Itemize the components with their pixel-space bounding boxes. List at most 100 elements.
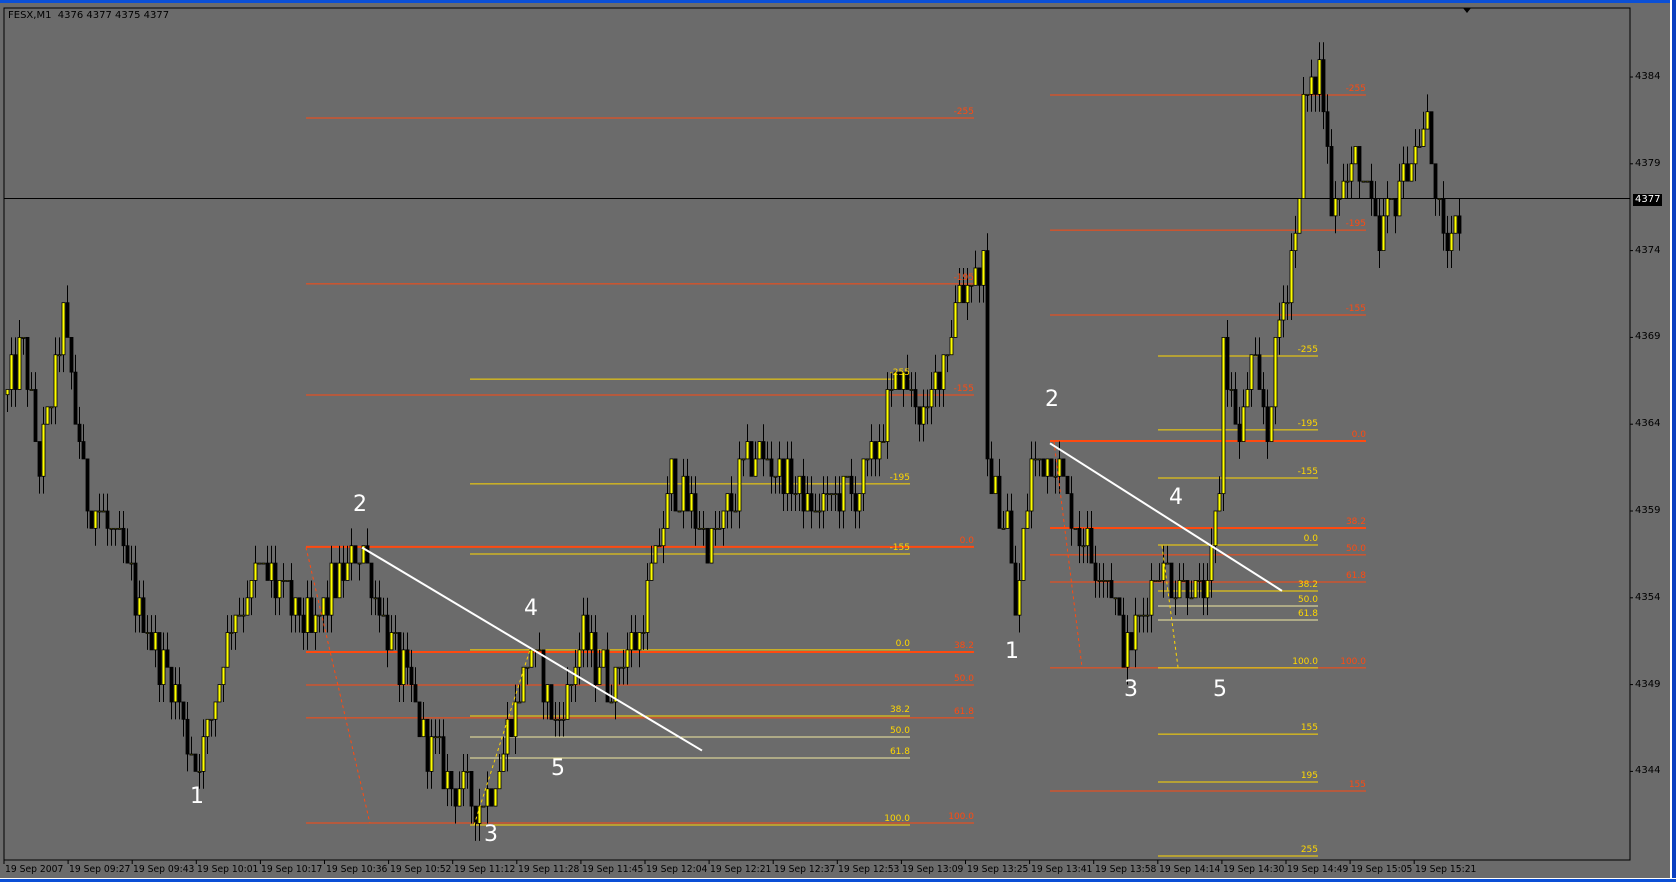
bear-candle [1109,580,1114,599]
wave-count-label: 2 [353,492,367,517]
bear-candle [449,771,454,790]
bull-candle [553,718,558,721]
fib-level-label: 50.0 [889,726,910,737]
bull-candle [945,354,950,357]
bull-candle [601,649,606,668]
bull-candle [1273,336,1278,408]
bear-candle [77,423,82,442]
bear-candle [585,614,590,651]
bear-candle [1077,527,1082,547]
bear-candle [985,250,990,460]
bull-candle [777,458,782,477]
bull-candle [881,441,886,443]
bull-candle [1281,302,1286,321]
bull-candle [381,614,386,617]
fib-level-label: -155 [1297,467,1318,478]
bear-candle [1457,215,1462,234]
bull-candle [1197,580,1202,582]
fib-level-label: -255 [1297,344,1318,355]
bull-candle [1365,180,1370,183]
window-frame-bottom [0,878,1676,882]
bear-candle [425,718,430,772]
bull-candle [285,580,290,582]
symbol-info: FESX,M1 4376 4377 4375 4377 [8,10,170,21]
bear-candle [1117,597,1122,616]
bull-candle [153,632,158,651]
fib-level-label: 0.0 [1303,534,1318,545]
bull-candle [429,736,434,772]
bear-candle [761,441,766,460]
price-tick-label: 4364 [1635,418,1661,430]
bull-candle [1401,163,1406,182]
bull-candle [313,614,318,633]
time-tick-label: 19 Sep 14:49 [1287,864,1349,875]
bull-candle [521,666,526,703]
bear-candle [453,788,458,807]
fib-level-label: 195 [1300,770,1318,781]
bear-candle [1265,406,1270,442]
bull-candle [629,632,634,651]
bull-candle [1389,198,1394,200]
bull-candle [569,684,574,686]
bull-candle [261,562,266,565]
bear-candle [37,441,42,477]
bull-candle [665,493,670,529]
bull-candle [1193,580,1198,599]
bear-candle [125,545,130,564]
bull-candle [1181,580,1186,582]
bear-candle [849,475,854,495]
bull-candle [1033,458,1038,461]
fib-level-label: 0.0 [895,638,910,649]
fib-level-label: 50.0 [953,673,974,684]
bull-candle [1221,336,1226,495]
bull-candle [209,718,214,721]
bear-candle [809,493,814,512]
price-tick-label: 4384 [1635,71,1661,82]
price-chart[interactable] [0,0,1676,882]
current-price-label: 4377 [1633,194,1663,206]
fib-base-dotted-line [473,649,531,826]
bull-candle [1309,76,1314,95]
bear-candle [297,597,302,616]
bull-candle [1249,354,1254,390]
bull-candle [681,475,686,512]
fib-level-label: -155 [953,384,974,395]
bull-candle [797,475,802,495]
bear-candle [81,441,86,460]
bull-candle [5,389,10,396]
bull-candle [1137,614,1142,617]
bull-candle [305,597,310,633]
fib-level-label: 50.0 [1297,594,1318,605]
bear-candle [873,441,878,460]
bear-candle [549,684,554,720]
time-tick-label: 19 Sep 12:21 [710,864,772,875]
wave-count-label: 3 [484,822,498,847]
bull-candle [281,580,286,582]
bear-candle [25,336,30,390]
bull-candle [817,510,822,513]
bear-candle [89,510,94,529]
bull-candle [101,510,106,513]
bull-candle [457,788,462,807]
bull-candle [949,336,954,356]
bull-candle [253,562,258,581]
bear-candle [121,527,126,547]
bull-candle [557,718,562,721]
bear-candle [193,753,198,772]
fib-level-label: -195 [1297,418,1318,429]
bear-candle [489,788,494,807]
bull-candle [481,805,486,808]
fib-level-label: 61.8 [1297,609,1318,620]
bull-candle [737,458,742,512]
bear-candle [769,458,774,477]
bear-candle [997,475,1002,529]
bull-candle [237,614,242,617]
bull-candle [1173,597,1178,600]
bull-candle [1253,354,1258,357]
time-tick-label: 19 Sep 11:12 [453,864,516,875]
wave-count-label: 4 [524,596,538,621]
bull-candle [421,718,426,738]
bull-candle [697,527,702,530]
bull-candle [213,701,218,720]
bull-candle [953,302,958,338]
